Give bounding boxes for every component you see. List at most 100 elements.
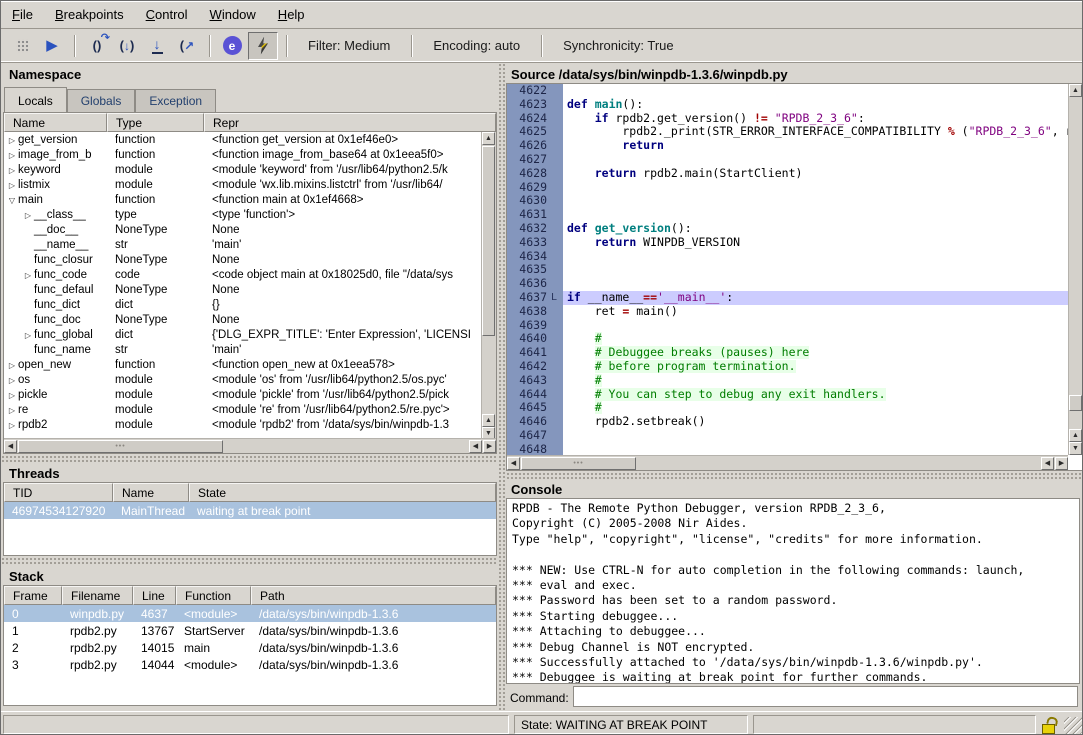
- expand-icon[interactable]: ▷: [22, 271, 34, 280]
- line-number[interactable]: 4642: [507, 360, 551, 374]
- line-number[interactable]: 4635: [507, 263, 551, 277]
- gutter-marker[interactable]: [551, 277, 563, 291]
- menu-item-control[interactable]: Control: [135, 2, 199, 27]
- scroll-down-icon[interactable]: ▼: [1069, 442, 1082, 455]
- namespace-row[interactable]: ▷open_newfunction<function open_new at 0…: [4, 357, 481, 372]
- scroll-left-icon[interactable]: ◀: [507, 457, 520, 470]
- expand-icon[interactable]: ▷: [6, 421, 18, 430]
- step-into-button[interactable]: (↓): [113, 33, 141, 59]
- namespace-row[interactable]: ▷get_versionfunction<function get_versio…: [4, 132, 481, 147]
- line-number[interactable]: 4641: [507, 346, 551, 360]
- stack-frame-row[interactable]: 2rpdb2.py14015main/data/sys/bin/winpdb-1…: [4, 639, 496, 656]
- gutter-marker[interactable]: [551, 208, 563, 222]
- menu-item-breakpoints[interactable]: Breakpoints: [44, 2, 135, 27]
- line-number[interactable]: 4640: [507, 332, 551, 346]
- namespace-row[interactable]: func_dictdict{}: [4, 297, 481, 312]
- line-number[interactable]: 4637: [507, 291, 551, 305]
- column-header-name[interactable]: Name: [113, 483, 189, 502]
- gutter-marker[interactable]: [551, 305, 563, 319]
- scroll-left-icon[interactable]: ◀: [1041, 457, 1054, 470]
- stack-frame-row[interactable]: 3rpdb2.py14044<module>/data/sys/bin/winp…: [4, 656, 496, 673]
- namespace-row[interactable]: ▷func_codecode<code object main at 0x180…: [4, 267, 481, 282]
- gutter-marker[interactable]: [551, 222, 563, 236]
- go-button[interactable]: ▶: [38, 33, 66, 59]
- column-header-filename[interactable]: Filename: [62, 586, 133, 605]
- step-out-button[interactable]: (↗: [173, 33, 201, 59]
- thread-row[interactable]: 46974534127920MainThreadwaiting at break…: [4, 502, 496, 519]
- scroll-up-icon[interactable]: ▲: [482, 414, 495, 427]
- tab-globals[interactable]: Globals: [67, 89, 136, 112]
- exception-mode-button[interactable]: e: [218, 33, 246, 59]
- expand-icon[interactable]: ▷: [22, 211, 34, 220]
- column-header-path[interactable]: Path: [251, 586, 496, 605]
- expand-icon[interactable]: ▷: [6, 166, 18, 175]
- namespace-row[interactable]: ▷listmixmodule<module 'wx.lib.mixins.lis…: [4, 177, 481, 192]
- gutter-marker[interactable]: [551, 153, 563, 167]
- gutter-marker[interactable]: [551, 360, 563, 374]
- gutter-marker[interactable]: [551, 139, 563, 153]
- column-header-frame[interactable]: Frame: [4, 586, 62, 605]
- expand-icon[interactable]: ▷: [6, 181, 18, 190]
- line-number[interactable]: 4638: [507, 305, 551, 319]
- namespace-row[interactable]: func_namestr'main': [4, 342, 481, 357]
- command-input[interactable]: [573, 686, 1078, 707]
- gutter-marker[interactable]: [551, 429, 563, 443]
- gutter-marker[interactable]: [551, 236, 563, 250]
- namespace-row[interactable]: ▷__class__type<type 'function'>: [4, 207, 481, 222]
- namespace-row[interactable]: __doc__NoneTypeNone: [4, 222, 481, 237]
- break-button[interactable]: [8, 33, 36, 59]
- namespace-row[interactable]: func_closurNoneTypeNone: [4, 252, 481, 267]
- namespace-row[interactable]: ▷image_from_bfunction<function image_fro…: [4, 147, 481, 162]
- source-console-splitter[interactable]: [506, 472, 1083, 480]
- console-output[interactable]: RPDB - The Remote Python Debugger, versi…: [506, 498, 1080, 684]
- scroll-right-icon[interactable]: ▶: [1055, 457, 1068, 470]
- vertical-splitter[interactable]: [498, 63, 506, 711]
- line-number[interactable]: 4639: [507, 319, 551, 333]
- line-number[interactable]: 4633: [507, 236, 551, 250]
- gutter-marker[interactable]: [551, 98, 563, 112]
- step-over-button[interactable]: ()↷: [83, 33, 111, 59]
- source-vscrollbar[interactable]: ▲ ▲ ▼: [1068, 84, 1083, 455]
- column-header-tid[interactable]: TID: [4, 483, 113, 502]
- gutter-marker[interactable]: [551, 415, 563, 429]
- gutter-marker[interactable]: [551, 388, 563, 402]
- gutter-marker[interactable]: [551, 346, 563, 360]
- resize-grip[interactable]: [1064, 717, 1083, 735]
- namespace-row[interactable]: func_defaulNoneTypeNone: [4, 282, 481, 297]
- line-number[interactable]: 4643: [507, 374, 551, 388]
- scroll-up-icon[interactable]: ▲: [482, 132, 495, 145]
- gutter-marker[interactable]: [551, 401, 563, 415]
- namespace-vscrollbar[interactable]: ▲ ▲ ▼: [481, 132, 496, 440]
- gutter-marker[interactable]: [551, 263, 563, 277]
- line-number[interactable]: 4644: [507, 388, 551, 402]
- scroll-left-icon[interactable]: ◀: [4, 440, 17, 453]
- column-header-state[interactable]: State: [189, 483, 496, 502]
- namespace-row[interactable]: ▽mainfunction<function main at 0x1ef4668…: [4, 192, 481, 207]
- gutter-marker[interactable]: [551, 319, 563, 333]
- collapse-icon[interactable]: ▽: [6, 196, 18, 205]
- menu-item-help[interactable]: Help: [267, 2, 316, 27]
- scroll-up-icon[interactable]: ▲: [1069, 429, 1082, 442]
- tab-locals[interactable]: Locals: [4, 87, 67, 112]
- synchronicity-toggle-button[interactable]: [248, 32, 278, 60]
- tab-exception[interactable]: Exception: [135, 89, 216, 112]
- gutter-marker[interactable]: [551, 167, 563, 181]
- gutter-marker[interactable]: [551, 194, 563, 208]
- expand-icon[interactable]: ▷: [6, 136, 18, 145]
- run-to-line-button[interactable]: ↓: [143, 33, 171, 59]
- line-number[interactable]: 4624: [507, 112, 551, 126]
- line-number[interactable]: 4647: [507, 429, 551, 443]
- namespace-row[interactable]: ▷func_globaldict{'DLG_EXPR_TITLE': 'Ente…: [4, 327, 481, 342]
- namespace-row[interactable]: __name__str'main': [4, 237, 481, 252]
- line-number[interactable]: 4623: [507, 98, 551, 112]
- scroll-up-icon[interactable]: ▲: [1069, 84, 1082, 97]
- threads-stack-splitter[interactable]: [1, 557, 498, 566]
- gutter-marker[interactable]: [551, 125, 563, 139]
- column-header-name[interactable]: Name: [4, 113, 107, 132]
- gutter-marker[interactable]: [551, 250, 563, 264]
- source-hscrollbar[interactable]: ◀ ••• ◀ ▶: [507, 455, 1068, 470]
- line-number[interactable]: 4646: [507, 415, 551, 429]
- namespace-hscrollbar[interactable]: ◀ ••• ◀ ▶: [4, 438, 496, 453]
- column-header-line[interactable]: Line: [133, 586, 176, 605]
- column-header-repr[interactable]: Repr: [204, 113, 496, 132]
